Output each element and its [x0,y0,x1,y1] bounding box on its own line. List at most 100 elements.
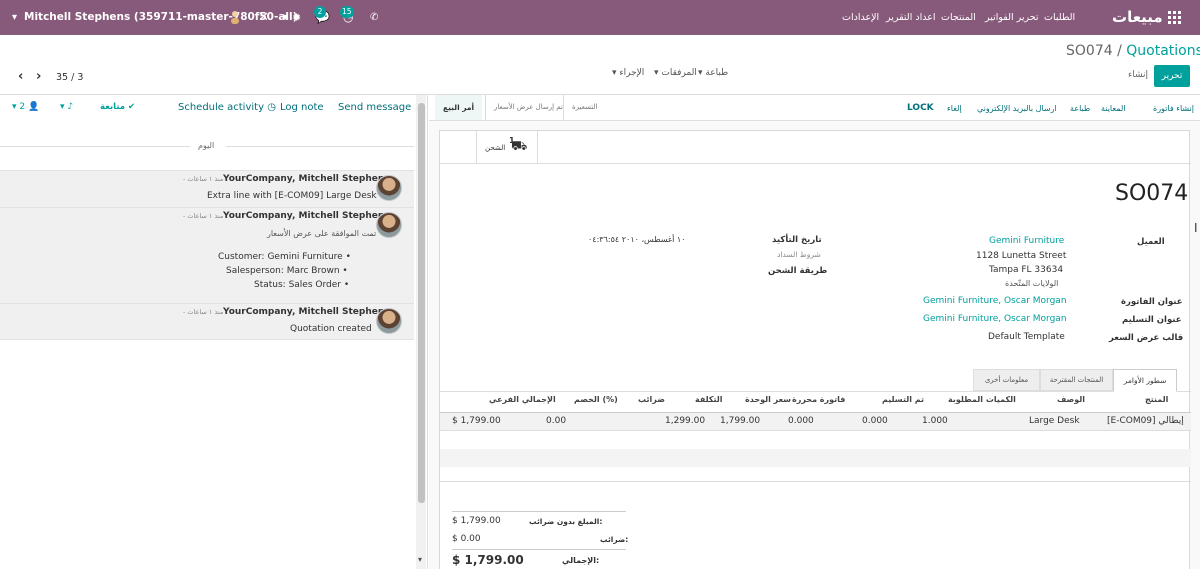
menu-item-invoicing[interactable]: تحرير الفواتير [985,0,1039,35]
clock-icon: ◷ [267,102,276,113]
attachments-menu[interactable]: ▾ المرفقات [654,68,697,78]
send-message-button[interactable]: Send message [338,102,411,113]
text-cursor-icon: I [1194,221,1198,235]
menu-item-reporting[interactable]: اعداد التقرير [886,0,936,35]
col-cost[interactable]: التكلفة [695,395,723,404]
tab-optional-products[interactable]: المنتجات المقترحة [1040,369,1113,391]
schedule-activity-button[interactable]: Schedule activity ◷ [178,102,276,113]
tab-other-info[interactable]: معلومات أخرى [973,369,1040,391]
menu-item-settings[interactable]: الإعدادات [842,0,879,35]
send-by-email-button[interactable]: ارسال بالبريد الإلكتروني [977,104,1057,113]
pager-previous-icon[interactable]: ‹ [18,69,23,84]
tracking-value-text: Salesperson: Marc Brown [226,266,340,276]
print-button[interactable]: طباعة [1070,104,1090,113]
print-menu-label: طباعة [705,68,729,78]
bell-icon[interactable]: ▾ ♪ [60,102,73,112]
status-sales-order[interactable]: أمر البيع [435,95,483,120]
template-label: قالب عرض السعر [1109,333,1184,343]
user-menu[interactable]: Mitchell Stephens (359711-master-780f50-… [24,0,297,35]
status-quotation[interactable]: التسعيرة [563,95,605,120]
table-row-empty [440,449,1191,467]
menu-item-products[interactable]: المنتجات [941,0,976,35]
chatter-scrollbar-thumb[interactable] [418,103,425,503]
cancel-button[interactable]: إلغاء [947,104,962,113]
app-title[interactable]: مبيعات [1112,0,1163,35]
col-taxes[interactable]: ضرائب [638,395,665,404]
followers-button[interactable]: ▾ 2 👤 [12,102,39,112]
message-author[interactable]: YourCompany, Mitchell Stephens [223,174,390,184]
status-quotation-sent[interactable]: تم إرسال عرض الأسعار [485,95,571,120]
following-button[interactable]: متابعة ✔ [100,102,135,112]
customer-country: الولايات المتّحدة [1005,279,1059,288]
log-note-button[interactable]: Log note [280,102,324,113]
create-button[interactable]: إنشاء [1128,70,1148,80]
message-author[interactable]: YourCompany, Mitchell Stephens [223,307,390,317]
message-time: - منذ ١ ساعات [183,212,224,220]
scroll-down-icon[interactable]: ▾ [418,555,422,564]
day-separator-line-right [226,146,414,147]
customer-link[interactable]: Gemini Furniture [989,236,1064,246]
phone-icon[interactable]: ✆ [370,0,378,35]
cell-cost: 1,299.00 [665,416,706,426]
form-sheet: 1 الشحن ⛟ SO074 العميل Gemini Furniture … [439,130,1191,569]
cell-delivered: 0.000 [862,416,888,426]
company-caret-icon[interactable]: ▾ [283,0,288,35]
author-avatar[interactable] [376,175,402,201]
chatter-message: - منذ ١ ساعات YourCompany, Mitchell Step… [0,303,414,340]
col-subtotal[interactable]: الإجمالي الفرعي [489,395,556,404]
tab-order-lines[interactable]: سطور الأوامر [1113,369,1177,392]
col-invoiced[interactable]: فاتورة محررة [792,395,845,404]
cell-subtotal: $ 1,799.00 [452,416,501,426]
pager-next-icon[interactable]: › [36,69,41,84]
total-value: $ 1,799.00 [452,553,524,567]
schedule-activity-label: Schedule activity [178,102,264,113]
create-invoice-button[interactable]: إنشاء فاتورة [1153,104,1194,113]
table-row[interactable]: [E-COM09] إيطالي Large Desk 1.000 0.000 … [440,413,1191,431]
col-ordered-qty[interactable]: الكميات المطلوبة [948,395,1016,404]
day-separator-line-left [0,146,190,147]
user-dropdown-caret-icon[interactable]: ▾ [12,0,17,35]
top-navbar: ▾ Mitchell Stephens (359711-master-780f5… [0,0,1200,35]
pager-counter[interactable]: 35 / 3 [56,72,83,83]
tracking-value: Status: Sales Order • [254,280,350,290]
debug-tools-icon[interactable]: ✕ [258,0,269,35]
payment-terms-label: شروط السداد [777,250,821,259]
lock-button[interactable]: LOCK [907,103,934,113]
user-avatar-icon[interactable] [229,0,241,35]
total-label: الإجمالي: [562,556,600,565]
col-discount[interactable]: الخصم (%) [574,395,618,404]
tracking-value-text: Customer: Gemini Furniture [218,252,343,262]
message-body: تمت الموافقة على عرض الأسعار [267,229,377,238]
delivery-address-link[interactable]: Gemini Furniture, Oscar Morgan [923,314,1067,324]
col-product[interactable]: المنتج [1145,395,1168,404]
message-time: - منذ ١ ساعات [183,308,224,316]
bug-icon[interactable]: ✹ [292,0,301,35]
edit-button[interactable]: تحرير [1154,65,1190,87]
truck-icon: ⛟ [511,139,528,154]
check-icon: ✔ [128,102,136,112]
invoice-address-link[interactable]: Gemini Furniture, Oscar Morgan [923,296,1067,306]
preview-button[interactable]: المعاينة [1101,104,1126,113]
cell-unit-price: 1,799.00 [720,416,761,426]
author-avatar[interactable] [376,212,402,238]
message-author[interactable]: YourCompany, Mitchell Stephens [223,211,390,221]
print-menu[interactable]: ▾ طباعة [698,68,728,78]
template-value[interactable]: Default Template [988,332,1065,342]
tabs-divider [440,391,1191,392]
confirmation-date-label: تاريخ التأكيد [772,235,822,245]
menu-item-orders[interactable]: الطلبات [1044,0,1075,35]
col-unit-price[interactable]: سعر الوحدة [745,395,791,404]
col-description[interactable]: الوصف [1057,395,1085,404]
tracking-value: Customer: Gemini Furniture • [218,252,351,262]
totals-top-border [452,511,626,512]
cell-product: [E-COM09] إيطالي [1107,416,1184,426]
col-delivered[interactable]: تم التسليم [882,395,924,404]
form-statusbar: LOCK إلغاء ارسال بالبريد الإلكتروني طباع… [429,95,1200,121]
day-separator: اليوم [198,141,215,150]
breadcrumb-quotations[interactable]: Quotations [1126,43,1200,59]
customer-label: العميل [1137,237,1165,247]
action-menu[interactable]: ▾ الإجراء [612,68,644,78]
delivery-smart-button[interactable]: 1 الشحن ⛟ [476,131,538,163]
activity-badge: 15 [340,6,354,18]
author-avatar[interactable] [376,308,402,334]
